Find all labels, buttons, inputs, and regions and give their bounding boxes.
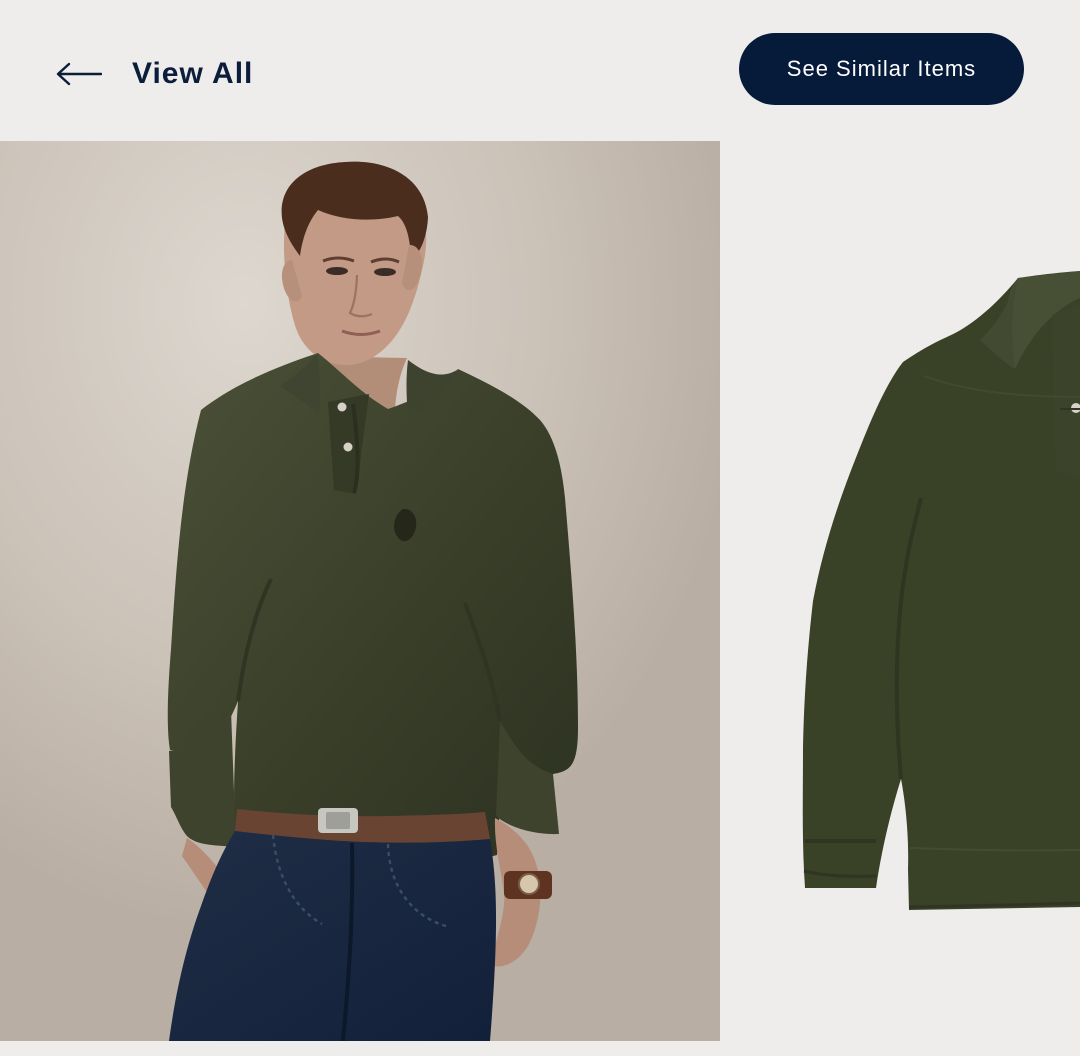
- gallery-header: View All See Similar Items: [0, 0, 1080, 141]
- view-all-label: View All: [132, 57, 254, 90]
- view-all-link[interactable]: View All: [56, 50, 253, 98]
- see-similar-items-button[interactable]: See Similar Items: [739, 33, 1024, 105]
- gallery-bottom-margin: [0, 1041, 1080, 1056]
- flat-lay-photo[interactable]: [720, 141, 1080, 1041]
- arrow-left-icon: [56, 61, 102, 87]
- product-image-gallery: [0, 141, 1080, 1041]
- product-gallery-page: View All See Similar Items: [0, 0, 1080, 1056]
- model-photo[interactable]: [0, 141, 720, 1041]
